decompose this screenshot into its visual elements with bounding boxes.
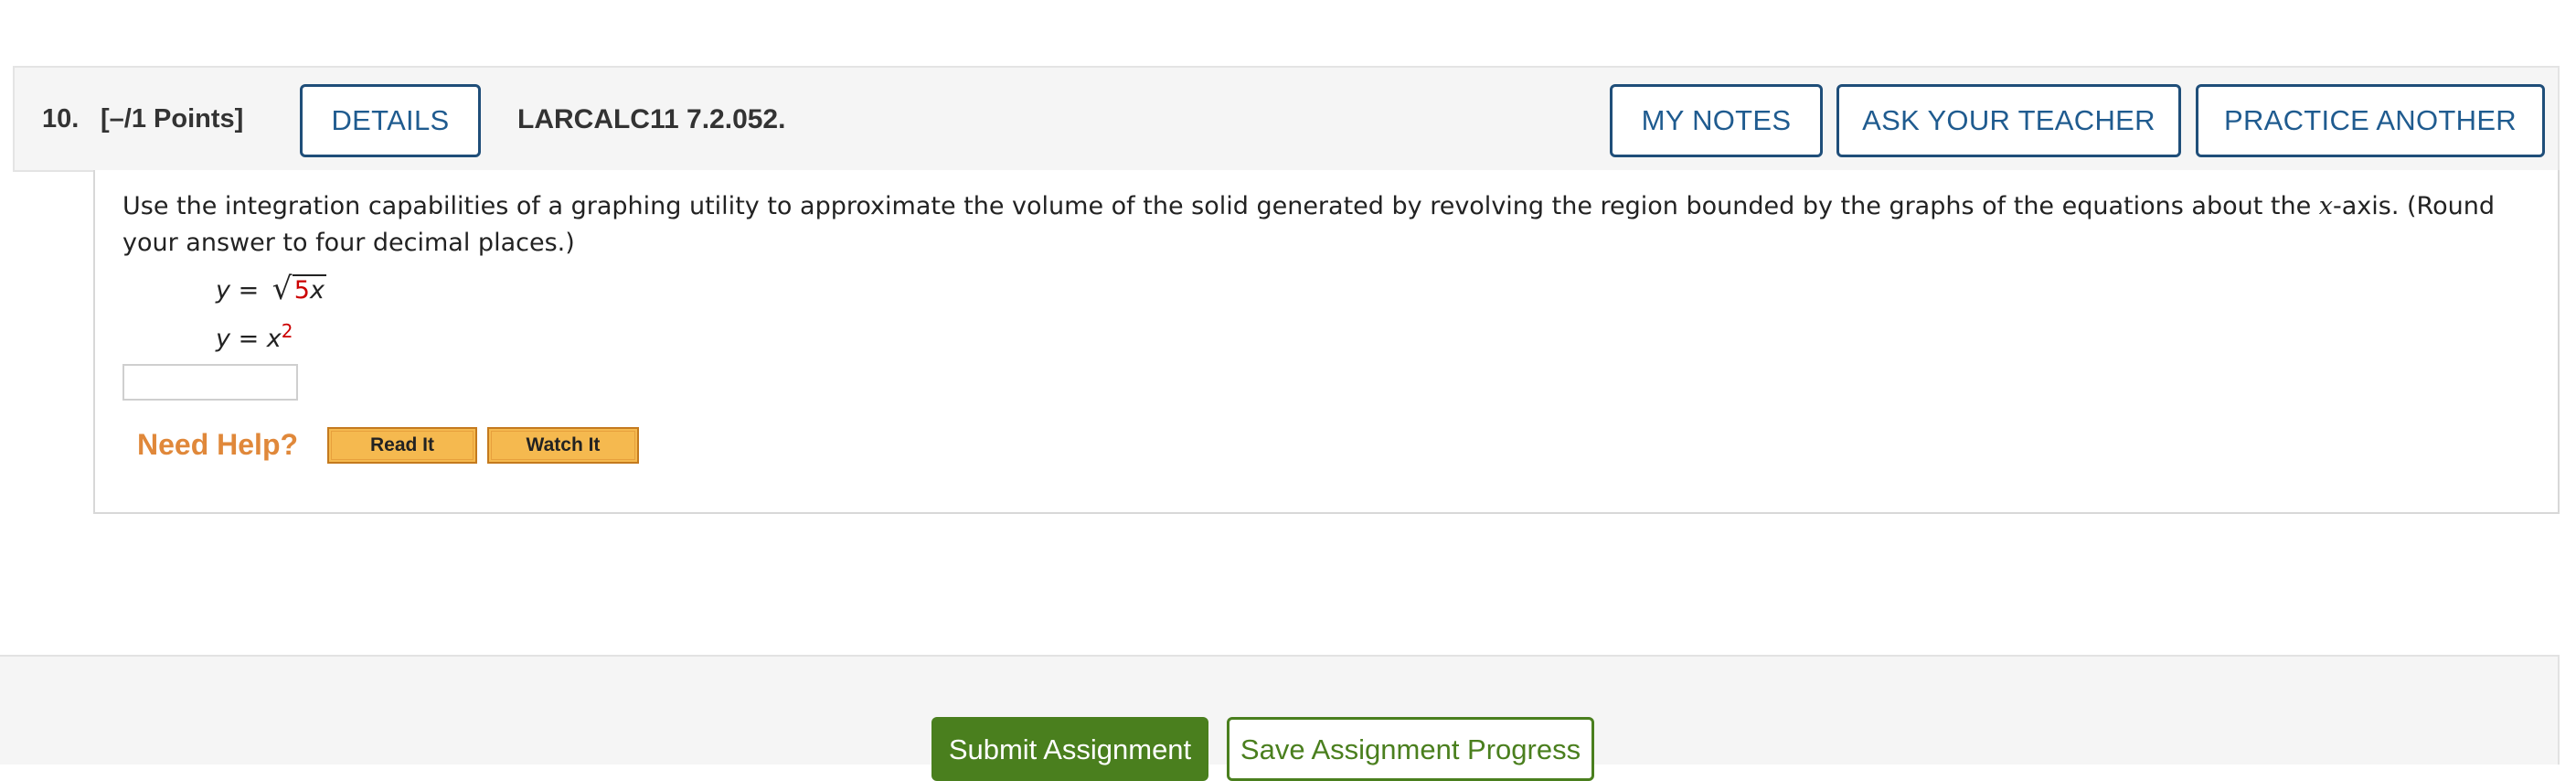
variable-x: x: [2318, 192, 2334, 220]
question-reference: LARCALC11 7.2.052.: [517, 104, 786, 134]
submit-assignment-button[interactable]: Submit Assignment: [931, 717, 1208, 781]
equation-2: y = x2: [216, 320, 293, 353]
details-button[interactable]: DETAILS: [300, 84, 481, 157]
question-text: Use the integration capabilities of a gr…: [122, 192, 2495, 257]
question-points: [–/1 Points]: [101, 104, 244, 134]
practice-another-button[interactable]: PRACTICE ANOTHER: [2196, 84, 2545, 157]
radicand-coefficient: 5: [293, 276, 310, 305]
sqrt-symbol: √ 5x: [271, 271, 326, 307]
answer-input[interactable]: [122, 364, 298, 401]
equation-1: y = √ 5x: [216, 271, 326, 307]
question-header: 10. [–/1 Points] DETAILS LARCALC11 7.2.0…: [13, 66, 2560, 172]
my-notes-button[interactable]: MY NOTES: [1610, 84, 1823, 157]
question-body: Use the integration capabilities of a gr…: [93, 170, 2560, 514]
ask-your-teacher-button[interactable]: ASK YOUR TEACHER: [1836, 84, 2181, 157]
exponent: 2: [281, 320, 293, 342]
need-help-label: Need Help?: [137, 428, 299, 461]
save-assignment-progress-button[interactable]: Save Assignment Progress: [1227, 717, 1594, 781]
watch-it-button[interactable]: Watch It: [487, 427, 639, 464]
question-number: 10.: [42, 104, 80, 134]
read-it-button[interactable]: Read It: [327, 427, 477, 464]
